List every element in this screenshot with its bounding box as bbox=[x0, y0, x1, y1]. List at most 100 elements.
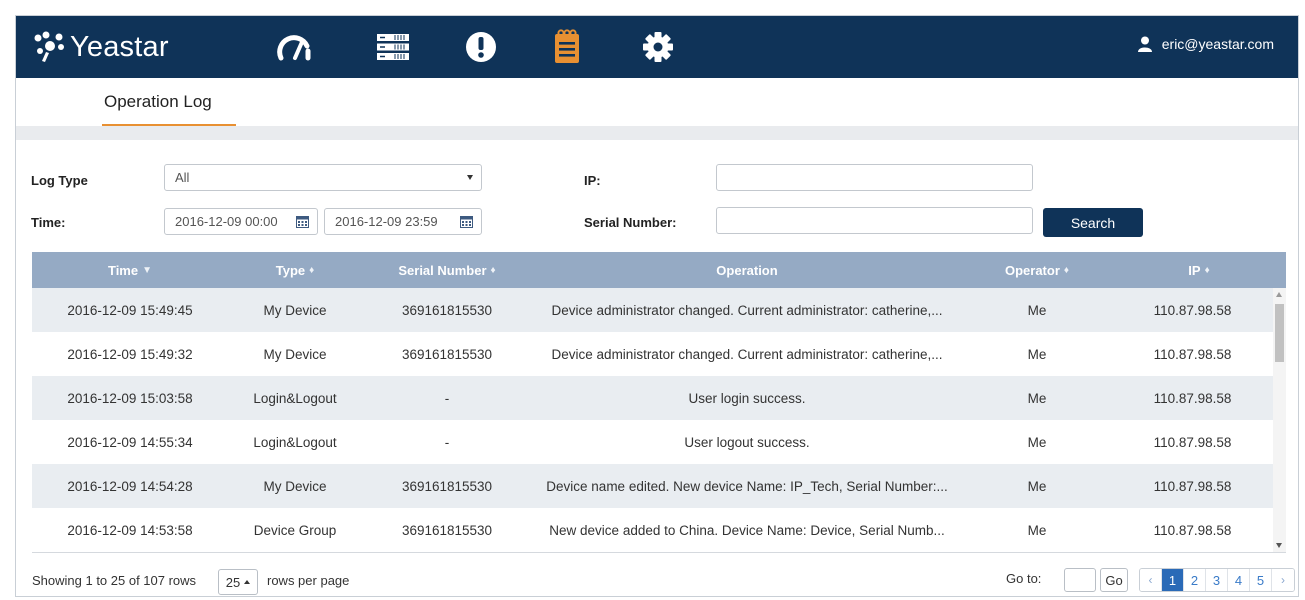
page-button-1[interactable]: 1 bbox=[1162, 569, 1184, 591]
logo-text: Yeastar bbox=[70, 30, 169, 63]
cell-ip: 110.87.98.58 bbox=[1153, 346, 1232, 362]
rows-per-page-text: rows per page bbox=[267, 573, 350, 588]
prev-page-button[interactable]: ‹ bbox=[1140, 569, 1162, 591]
cell-type: My Device bbox=[263, 302, 327, 318]
cell-operation: User login success. bbox=[688, 390, 806, 406]
time-label: Time: bbox=[31, 215, 66, 230]
table-row[interactable]: 2016-12-09 15:49:32 My Device 3691618155… bbox=[32, 332, 1273, 376]
search-button[interactable]: Search bbox=[1043, 208, 1143, 237]
table-scrollbar[interactable] bbox=[1273, 288, 1286, 552]
scrollbar-thumb[interactable] bbox=[1275, 304, 1284, 362]
cell-operation: Device name edited. New device Name: IP_… bbox=[546, 478, 948, 494]
serial-number-input[interactable] bbox=[716, 207, 1033, 234]
cell-ip: 110.87.98.58 bbox=[1153, 478, 1232, 494]
time-end-input[interactable]: 2016-12-09 23:59 bbox=[324, 208, 482, 235]
showing-rows-text: Showing 1 to 25 of 107 rows bbox=[32, 573, 197, 588]
table-row[interactable]: 2016-12-09 14:55:34 Login&Logout - User … bbox=[32, 420, 1273, 464]
alert-icon[interactable] bbox=[463, 29, 499, 65]
column-header-time[interactable]: Time ▼ bbox=[32, 252, 228, 288]
yeastar-logo-icon bbox=[34, 31, 64, 62]
log-type-label: Log Type bbox=[31, 173, 88, 188]
cell-type: Login&Logout bbox=[253, 390, 337, 406]
cell-time: 2016-12-09 15:03:58 bbox=[67, 390, 193, 406]
serial-number-label: Serial Number: bbox=[584, 215, 677, 230]
cell-operation: New device added to China. Device Name: … bbox=[549, 522, 945, 538]
cell-type: Login&Logout bbox=[253, 434, 337, 450]
cell-serial-number: 369161815530 bbox=[401, 522, 493, 538]
user-icon bbox=[1137, 36, 1152, 52]
tab-bar: Operation Log bbox=[16, 78, 1298, 126]
cell-operator: Me bbox=[1027, 346, 1047, 362]
cell-operator: Me bbox=[1027, 478, 1047, 494]
rows-per-page-select[interactable]: 25 bbox=[218, 569, 258, 595]
cell-type: My Device bbox=[263, 478, 327, 494]
table-row[interactable]: 2016-12-09 14:53:58 Device Group 3691618… bbox=[32, 508, 1273, 552]
table-header: Time ▼ Type ♦ Serial Number ♦ Operation Ope… bbox=[32, 252, 1286, 288]
sort-icon: ♦ bbox=[1063, 264, 1069, 276]
user-menu[interactable]: eric@yeastar.com bbox=[1137, 36, 1274, 52]
cell-serial-number: 369161815530 bbox=[401, 346, 493, 362]
cell-operation: User logout success. bbox=[684, 434, 810, 450]
scroll-down-arrow-icon[interactable] bbox=[1276, 543, 1282, 548]
time-start-value: 2016-12-09 00:00 bbox=[175, 214, 278, 229]
next-page-button[interactable]: › bbox=[1272, 569, 1294, 591]
cell-type: My Device bbox=[263, 346, 327, 362]
settings-gear-icon[interactable] bbox=[640, 29, 676, 65]
log-type-value: All bbox=[175, 170, 190, 185]
time-start-input[interactable]: 2016-12-09 00:00 bbox=[164, 208, 318, 235]
calendar-icon[interactable] bbox=[460, 215, 473, 228]
cell-serial-number: 369161815530 bbox=[401, 302, 493, 318]
cell-ip: 110.87.98.58 bbox=[1153, 522, 1232, 538]
operation-log-icon[interactable] bbox=[549, 29, 585, 65]
cell-operator: Me bbox=[1027, 390, 1047, 406]
dashboard-gauge-icon[interactable] bbox=[277, 29, 313, 65]
go-to-page-input[interactable] bbox=[1064, 568, 1096, 592]
go-to-label: Go to: bbox=[1006, 571, 1042, 586]
go-button[interactable]: Go bbox=[1100, 568, 1128, 592]
cell-time: 2016-12-09 15:49:45 bbox=[67, 302, 193, 318]
table-bottom-border bbox=[32, 552, 1286, 553]
cell-time: 2016-12-09 14:55:34 bbox=[67, 434, 193, 450]
calendar-icon[interactable] bbox=[296, 215, 309, 228]
sort-desc-icon: ▼ bbox=[142, 264, 152, 276]
caret-up-icon bbox=[244, 580, 251, 584]
cell-operator: Me bbox=[1027, 434, 1047, 450]
column-header-operator[interactable]: Operator ♦ bbox=[962, 252, 1112, 288]
server-list-icon[interactable] bbox=[375, 29, 411, 65]
select-arrow-icon bbox=[467, 175, 473, 180]
tab-operation-log[interactable]: Operation Log bbox=[102, 92, 214, 122]
table-row[interactable]: 2016-12-09 15:49:45 My Device 3691618155… bbox=[32, 288, 1273, 332]
column-header-type[interactable]: Type ♦ bbox=[228, 252, 362, 288]
cell-time: 2016-12-09 14:53:58 bbox=[67, 522, 193, 538]
per-page-value: 25 bbox=[225, 574, 241, 590]
table-row[interactable]: 2016-12-09 15:03:58 Login&Logout - User … bbox=[32, 376, 1273, 420]
page-button-4[interactable]: 4 bbox=[1228, 569, 1250, 591]
page-button-3[interactable]: 3 bbox=[1206, 569, 1228, 591]
log-type-select[interactable]: All bbox=[164, 164, 482, 191]
sort-icon: ♦ bbox=[1204, 264, 1210, 276]
pagination: ‹ 1 2 3 4 5 › bbox=[1139, 568, 1295, 592]
cell-operation: Device administrator changed. Current ad… bbox=[551, 302, 943, 318]
ip-input[interactable] bbox=[716, 164, 1033, 191]
column-header-serial-number[interactable]: Serial Number ♦ bbox=[362, 252, 532, 288]
page-button-5[interactable]: 5 bbox=[1250, 569, 1272, 591]
sort-icon: ♦ bbox=[490, 264, 496, 276]
scroll-up-arrow-icon[interactable] bbox=[1276, 292, 1282, 297]
table-row[interactable]: 2016-12-09 14:54:28 My Device 3691618155… bbox=[32, 464, 1273, 508]
cell-ip: 110.87.98.58 bbox=[1153, 390, 1232, 406]
cell-ip: 110.87.98.58 bbox=[1153, 302, 1232, 318]
time-end-value: 2016-12-09 23:59 bbox=[335, 214, 438, 229]
cell-operator: Me bbox=[1027, 522, 1047, 538]
page-button-2[interactable]: 2 bbox=[1184, 569, 1206, 591]
cell-time: 2016-12-09 14:54:28 bbox=[67, 478, 193, 494]
cell-serial-number: - bbox=[444, 390, 450, 406]
table-body: 2016-12-09 15:49:45 My Device 3691618155… bbox=[32, 288, 1273, 552]
cell-operation: Device administrator changed. Current ad… bbox=[551, 346, 943, 362]
cell-operator: Me bbox=[1027, 302, 1047, 318]
cell-serial-number: - bbox=[444, 434, 450, 450]
column-header-ip[interactable]: IP ♦ bbox=[1112, 252, 1286, 288]
top-nav-bar: Yeastar eric@yeastar.com bbox=[16, 16, 1298, 78]
yeastar-logo[interactable]: Yeastar bbox=[32, 28, 169, 66]
sort-icon: ♦ bbox=[309, 264, 315, 276]
cell-time: 2016-12-09 15:49:32 bbox=[67, 346, 193, 362]
